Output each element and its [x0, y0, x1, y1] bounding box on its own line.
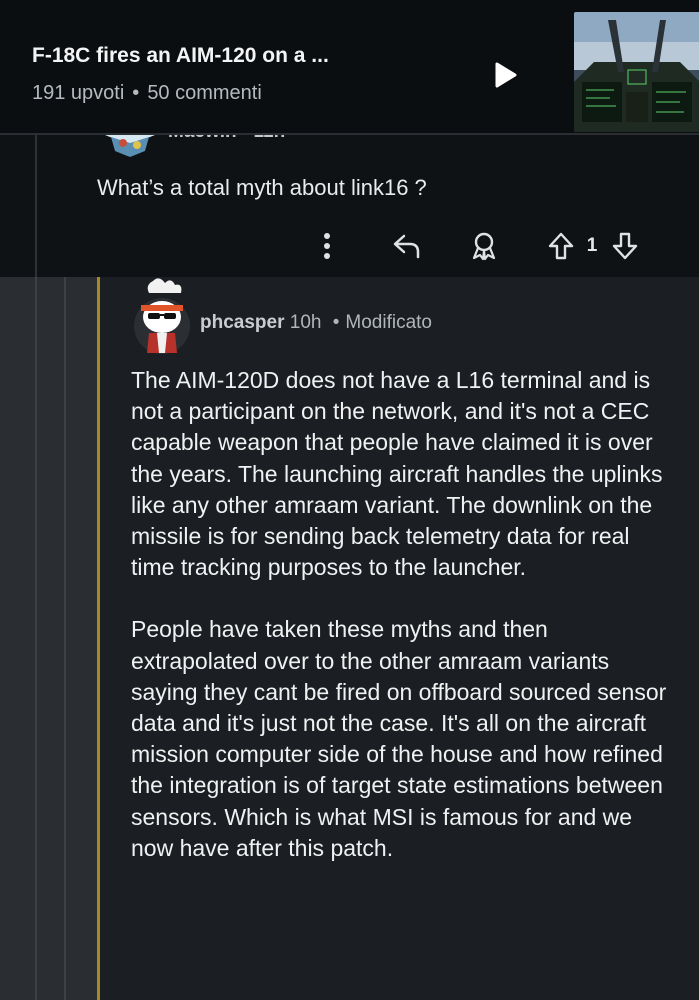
post-header[interactable]: F-18C fires an AIM-120 on a ... 191 upvo…	[0, 0, 699, 135]
vote-count: 1	[586, 235, 598, 256]
active-thread-line[interactable]	[97, 277, 100, 1000]
upvote-button[interactable]	[544, 226, 578, 266]
reply-paragraph: People have taken these myths and then e…	[131, 616, 667, 861]
award-button[interactable]	[468, 226, 500, 266]
thread-line[interactable]	[35, 277, 37, 1000]
reply-comment: phcasper 10h • Modificato The AIM-120D do…	[0, 277, 699, 1000]
reply-paragraph: The AIM-120D does not have a L16 termina…	[131, 367, 663, 581]
video-thumbnail[interactable]	[574, 12, 699, 132]
post-title[interactable]: F-18C fires an AIM-120 on a ...	[32, 44, 329, 68]
reply-username[interactable]: phcasper	[200, 312, 284, 333]
more-options-button[interactable]	[312, 226, 342, 266]
more-options-icon	[324, 233, 330, 259]
post-meta: 191 upvoti • 50 commenti	[32, 82, 262, 105]
header-divider	[0, 133, 699, 135]
upvote-icon	[548, 232, 574, 260]
meta-separator: •	[132, 82, 140, 104]
reply-header: phcasper 10h • Modificato	[200, 312, 432, 334]
upvote-count: 191 upvoti	[32, 82, 125, 104]
parent-comment-text: What’s a total myth about link16 ?	[97, 175, 427, 200]
reply-button[interactable]	[390, 226, 424, 266]
thread-line[interactable]	[64, 277, 66, 1000]
comment-count: 50 commenti	[147, 82, 262, 104]
thread-line[interactable]	[35, 135, 37, 277]
reply-icon	[393, 234, 420, 259]
meta-separator: •	[332, 312, 340, 333]
award-icon	[472, 232, 496, 261]
downvote-button[interactable]	[608, 226, 642, 266]
reply-age: 10h	[289, 312, 322, 333]
thread-gutter	[0, 277, 97, 1000]
downvote-icon	[612, 232, 638, 260]
reply-body: The AIM-120D does not have a L16 termina…	[131, 365, 676, 895]
comment-actions: 1	[312, 226, 652, 266]
play-icon[interactable]	[490, 60, 520, 90]
parent-comment: Macwin · 11h What’s a total myth about l…	[0, 121, 699, 277]
edited-label: Modificato	[345, 312, 433, 333]
reply-avatar[interactable]	[131, 277, 193, 355]
